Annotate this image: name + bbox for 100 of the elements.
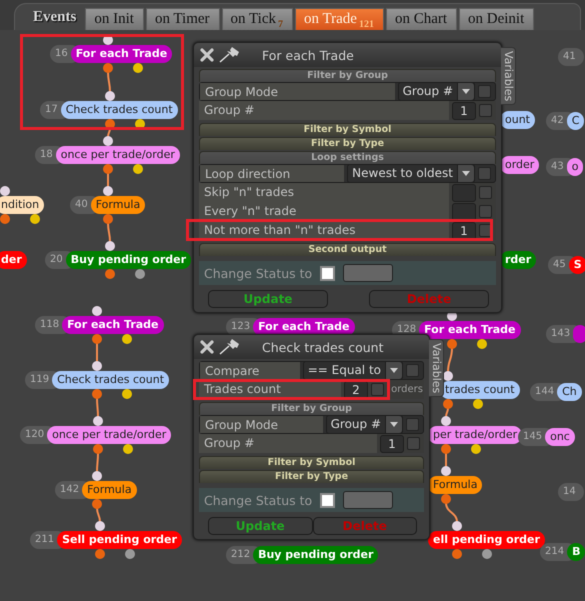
- section-header[interactable]: Filter by Symbol: [199, 123, 496, 136]
- node-label[interactable]: per trade/order: [428, 426, 522, 444]
- section-header[interactable]: Second output: [199, 243, 496, 256]
- port-dot[interactable]: [92, 361, 102, 371]
- checkbox[interactable]: [479, 186, 492, 199]
- title-bar[interactable]: For each Trade: [194, 43, 501, 67]
- tab[interactable]: on Tick$_{7}$: [222, 8, 293, 30]
- node-label[interactable]: B: [567, 543, 585, 561]
- tab[interactable]: on Init: [85, 8, 144, 30]
- node-label[interactable]: trades count: [440, 381, 520, 399]
- title-bar[interactable]: Check trades count: [194, 335, 429, 359]
- node-label[interactable]: der: [0, 251, 27, 269]
- port-dot[interactable]: [103, 164, 113, 174]
- port-dot[interactable]: [103, 214, 113, 224]
- dropdown[interactable]: Newest to oldest: [347, 164, 475, 183]
- section-header[interactable]: Filter by Type: [199, 137, 496, 150]
- tab[interactable]: on Timer: [146, 8, 220, 30]
- dropdown[interactable]: == Equal to: [302, 361, 403, 380]
- checkbox[interactable]: [371, 383, 384, 396]
- section-header[interactable]: Loop settings: [199, 151, 496, 164]
- variables-tab[interactable]: Variables: [429, 339, 444, 397]
- dropdown[interactable]: Group #: [326, 415, 403, 434]
- port-dot[interactable]: [92, 306, 102, 316]
- tab[interactable]: on Chart: [386, 8, 458, 30]
- port-dot[interactable]: [95, 521, 105, 531]
- section-header[interactable]: Filter by Type: [199, 470, 424, 483]
- node-label[interactable]: Formula: [82, 481, 137, 499]
- node-label[interactable]: For each Trade: [70, 45, 172, 63]
- node-label[interactable]: ndition: [0, 196, 44, 214]
- port-dot[interactable]: [482, 549, 492, 559]
- checkbox[interactable]: [478, 85, 491, 98]
- pin-icon[interactable]: [218, 46, 242, 64]
- port-dot[interactable]: [122, 389, 132, 399]
- node-label[interactable]: Sell pending order: [57, 531, 182, 549]
- port-dot[interactable]: [452, 521, 462, 531]
- checkbox[interactable]: [478, 167, 491, 180]
- port-dot[interactable]: [105, 91, 115, 101]
- port-dot[interactable]: [103, 63, 113, 73]
- port-dot[interactable]: [122, 334, 132, 344]
- port-dot[interactable]: [443, 399, 453, 409]
- port-dot[interactable]: [471, 444, 481, 454]
- close-icon[interactable]: [200, 340, 214, 354]
- node-label[interactable]: order: [500, 156, 540, 174]
- node-label[interactable]: Formula: [90, 196, 146, 214]
- pin-icon[interactable]: [218, 338, 242, 356]
- port-dot[interactable]: [0, 186, 10, 196]
- checkbox[interactable]: [407, 437, 420, 450]
- update-button[interactable]: Update: [208, 517, 312, 535]
- port-dot[interactable]: [105, 269, 115, 279]
- node-label[interactable]: once per trade/order: [56, 146, 180, 164]
- checkbox[interactable]: [479, 104, 492, 117]
- input-field[interactable]: [452, 202, 476, 220]
- node-label[interactable]: ell pending order: [428, 531, 545, 549]
- close-icon[interactable]: [200, 48, 214, 62]
- node-label[interactable]: Ch: [557, 383, 582, 401]
- checkbox[interactable]: [406, 364, 419, 377]
- node-label[interactable]: Formula: [428, 476, 482, 494]
- node-label[interactable]: o: [566, 158, 584, 176]
- port-dot[interactable]: [105, 241, 115, 251]
- port-dot[interactable]: [103, 186, 113, 196]
- port-dot[interactable]: [473, 399, 483, 409]
- port-dot[interactable]: [92, 499, 102, 509]
- variables-tab[interactable]: Variables: [501, 47, 516, 105]
- update-button[interactable]: Update: [208, 290, 328, 308]
- port-dot[interactable]: [135, 269, 145, 279]
- port-dot[interactable]: [92, 334, 102, 344]
- tab[interactable]: on Trade$_{121}$: [295, 8, 384, 30]
- port-dot[interactable]: [125, 549, 135, 559]
- node-label[interactable]: ount: [500, 111, 535, 129]
- port-dot[interactable]: [452, 549, 462, 559]
- port-dot[interactable]: [441, 494, 451, 504]
- port-dot[interactable]: [30, 214, 40, 224]
- port-dot[interactable]: [95, 549, 105, 559]
- node-label[interactable]: rder: [500, 251, 536, 269]
- input-field[interactable]: 1: [452, 102, 476, 120]
- node-label[interactable]: Check trades count: [52, 371, 170, 389]
- port-dot[interactable]: [441, 416, 451, 426]
- input-field[interactable]: 1: [380, 434, 404, 452]
- checkbox[interactable]: [406, 418, 419, 431]
- port-dot[interactable]: [477, 339, 487, 349]
- checkbox[interactable]: [320, 492, 336, 508]
- node-label[interactable]: Check trades count: [60, 101, 178, 119]
- port-dot[interactable]: [0, 214, 10, 224]
- section-header[interactable]: Filter by Group: [199, 402, 424, 415]
- port-dot[interactable]: [123, 444, 133, 454]
- port-dot[interactable]: [441, 444, 451, 454]
- color-field[interactable]: [343, 264, 394, 282]
- port-dot[interactable]: [93, 444, 103, 454]
- port-dot[interactable]: [92, 389, 102, 399]
- checkbox[interactable]: [320, 266, 336, 280]
- color-field[interactable]: [343, 491, 394, 509]
- input-field[interactable]: [452, 184, 476, 202]
- node-label[interactable]: [573, 325, 585, 343]
- dropdown[interactable]: Group #: [398, 82, 475, 101]
- node-label[interactable]: For each Trade: [419, 321, 521, 339]
- node-label[interactable]: Buy pending order: [253, 546, 378, 564]
- section-header[interactable]: Filter by Symbol: [199, 456, 424, 469]
- port-dot[interactable]: [133, 63, 143, 73]
- port-dot[interactable]: [103, 136, 113, 146]
- node-label[interactable]: For each Trade: [62, 316, 164, 334]
